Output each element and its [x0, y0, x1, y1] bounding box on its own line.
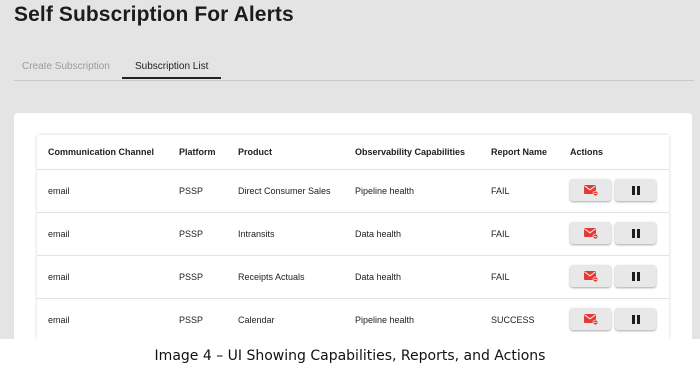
pause-icon	[631, 314, 640, 324]
app-window: Self Subscription For Alerts Create Subs…	[0, 0, 700, 339]
cell-channel: email	[48, 229, 70, 239]
cell-channel: email	[48, 186, 70, 196]
page-title: Self Subscription For Alerts	[14, 3, 294, 26]
header-actions: Actions	[570, 147, 604, 157]
cell-capabilities: Data health	[355, 229, 402, 239]
table-row: email PSSP Calendar Pipeline health SUCC…	[37, 299, 669, 339]
cell-product: Direct Consumer Sales	[238, 186, 331, 196]
cell-capabilities: Pipeline health	[355, 315, 415, 325]
cell-platform: PSSP	[179, 315, 204, 325]
cell-channel: email	[48, 272, 70, 282]
header-communication-channel: Communication Channel	[48, 147, 155, 157]
pause-button[interactable]	[615, 265, 656, 287]
cell-report-name: FAIL	[491, 272, 510, 282]
header-product: Product	[238, 147, 273, 157]
cell-platform: PSSP	[179, 186, 204, 196]
pause-icon	[631, 185, 640, 195]
cell-report-name: FAIL	[491, 186, 510, 196]
cell-capabilities: Pipeline health	[355, 186, 415, 196]
tab-bar: Create Subscription Subscription List	[14, 54, 694, 81]
pause-icon	[631, 271, 640, 281]
unsubscribe-button[interactable]	[570, 179, 611, 201]
cell-report-name: FAIL	[491, 229, 510, 239]
pause-button[interactable]	[615, 222, 656, 244]
cell-product: Intransits	[238, 229, 275, 239]
header-platform: Platform	[179, 147, 216, 157]
header-observability-capabilities: Observability Capabilities	[355, 147, 466, 157]
header-report-name: Report Name	[491, 147, 548, 157]
pause-icon	[631, 228, 640, 238]
pause-button[interactable]	[615, 308, 656, 330]
cell-product: Calendar	[238, 315, 275, 325]
mail-remove-icon	[583, 227, 598, 239]
tab-create-subscription[interactable]: Create Subscription	[14, 54, 118, 79]
tab-subscription-list[interactable]: Subscription List	[122, 54, 222, 79]
cell-report-name: SUCCESS	[491, 315, 535, 325]
cell-channel: email	[48, 315, 70, 325]
cell-product: Receipts Actuals	[238, 272, 305, 282]
mail-remove-icon	[583, 270, 598, 282]
unsubscribe-button[interactable]	[570, 308, 611, 330]
unsubscribe-button[interactable]	[570, 222, 611, 244]
cell-platform: PSSP	[179, 229, 204, 239]
figure-caption: Image 4 – UI Showing Capabilities, Repor…	[154, 348, 546, 364]
table-row: email PSSP Intransits Data health FAIL	[37, 213, 669, 256]
unsubscribe-button[interactable]	[570, 265, 611, 287]
table-row: email PSSP Receipts Actuals Data health …	[37, 256, 669, 299]
subscription-table: Communication Channel Platform Product O…	[37, 135, 669, 339]
subscription-card: Communication Channel Platform Product O…	[14, 113, 692, 339]
cell-platform: PSSP	[179, 272, 204, 282]
table-row: email PSSP Direct Consumer Sales Pipelin…	[37, 170, 669, 213]
mail-remove-icon	[583, 184, 598, 196]
pause-button[interactable]	[615, 179, 656, 201]
mail-remove-icon	[583, 313, 598, 325]
cell-capabilities: Data health	[355, 272, 402, 282]
table-header-row: Communication Channel Platform Product O…	[37, 135, 669, 170]
